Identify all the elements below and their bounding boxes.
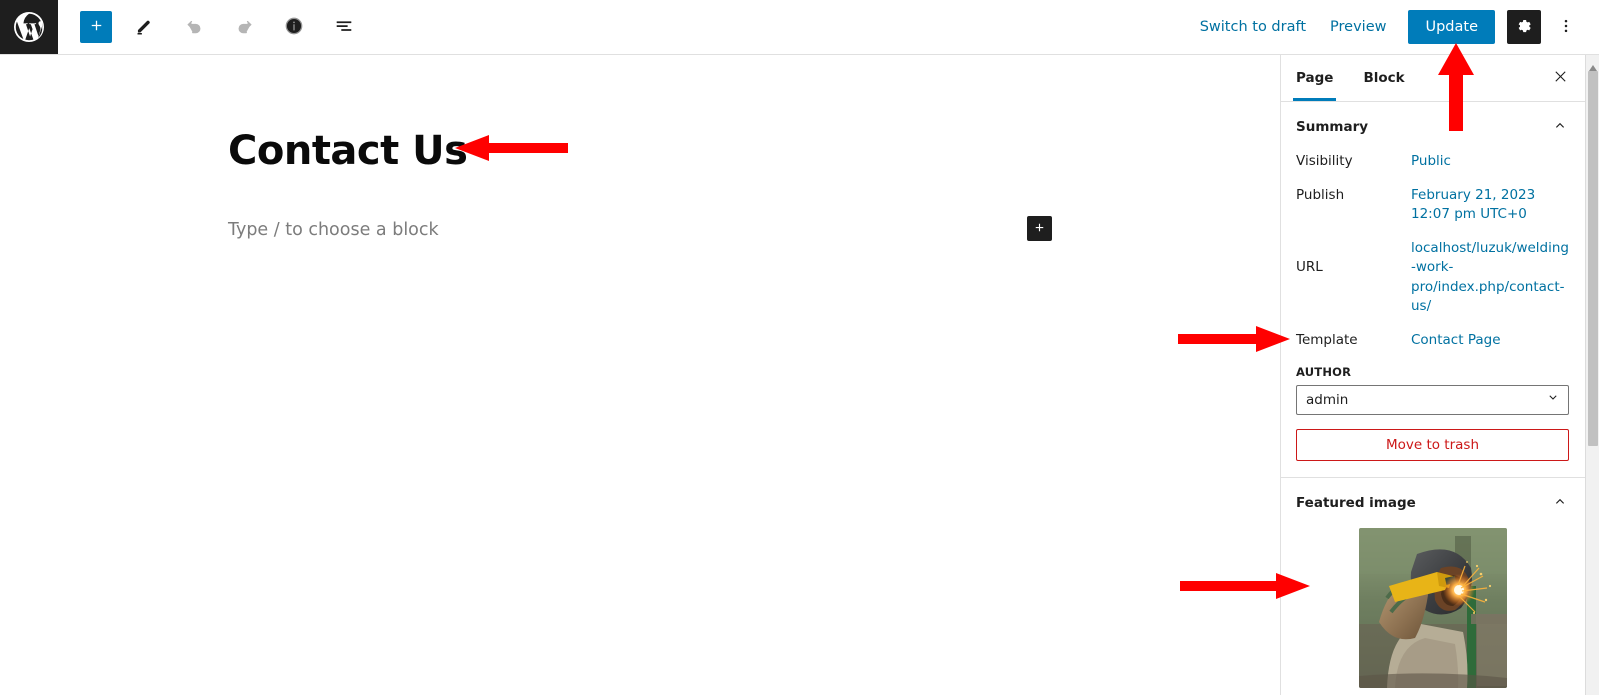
wordpress-logo-button[interactable] xyxy=(0,0,58,54)
summary-panel-header[interactable]: Summary xyxy=(1281,102,1585,152)
details-button[interactable] xyxy=(276,9,312,45)
author-select[interactable]: admin xyxy=(1296,384,1569,415)
info-icon xyxy=(283,15,305,40)
switch-to-draft-button[interactable]: Switch to draft xyxy=(1188,11,1318,43)
tab-block[interactable]: Block xyxy=(1348,55,1419,101)
summary-panel-body: Visibility Public Publish February 21, 2… xyxy=(1281,152,1585,477)
summary-panel-title: Summary xyxy=(1296,119,1369,135)
move-to-trash-button[interactable]: Move to trash xyxy=(1296,428,1569,461)
publish-label: Publish xyxy=(1296,186,1345,203)
wordpress-editor-window: Switch to draft Preview Update Contact U… xyxy=(0,0,1599,695)
visibility-value-button[interactable]: Public xyxy=(1411,152,1569,172)
three-dots-vertical-icon xyxy=(1556,16,1576,39)
undo-button[interactable] xyxy=(176,9,212,45)
visibility-row: Visibility Public xyxy=(1296,152,1569,172)
featured-image-thumbnail-wrap xyxy=(1281,527,1585,695)
page-title[interactable]: Contact Us xyxy=(228,127,468,175)
redo-button[interactable] xyxy=(226,9,262,45)
url-value-button[interactable]: localhost/luzuk/welding-work-pro/index.p… xyxy=(1411,239,1569,317)
close-sidebar-button[interactable] xyxy=(1543,61,1577,95)
scrollbar-thumb[interactable] xyxy=(1588,71,1598,446)
featured-image-thumbnail[interactable] xyxy=(1358,527,1507,688)
template-row: Template Contact Page xyxy=(1296,331,1569,351)
chevron-up-icon[interactable] xyxy=(1551,492,1569,514)
chevron-up-icon[interactable] xyxy=(1551,116,1569,138)
header-left-toolbar xyxy=(58,0,362,54)
tab-page[interactable]: Page xyxy=(1281,55,1348,101)
featured-image-panel: Featured image xyxy=(1281,478,1585,695)
sidebar-tab-bar: Page Block xyxy=(1281,55,1585,102)
template-label: Template xyxy=(1296,331,1358,348)
summary-panel: Summary Visibility Public Publish Februa… xyxy=(1281,102,1585,478)
update-button[interactable]: Update xyxy=(1408,10,1495,44)
author-select-wrap: admin xyxy=(1296,384,1569,415)
url-row: URL localhost/luzuk/welding-work-pro/ind… xyxy=(1296,239,1569,317)
author-field-label: AUTHOR xyxy=(1296,364,1352,379)
editor-canvas[interactable]: Contact Us Type / to choose a block xyxy=(0,55,1280,695)
url-label: URL xyxy=(1296,258,1323,275)
editor-header-bar: Switch to draft Preview Update xyxy=(0,0,1599,55)
preview-button[interactable]: Preview xyxy=(1318,11,1398,43)
block-inserter-toggle-button[interactable] xyxy=(80,11,112,43)
list-view-icon xyxy=(333,15,355,40)
plus-icon xyxy=(87,16,106,38)
publish-date-button[interactable]: February 21, 2023 12:07 pm UTC+0 xyxy=(1411,186,1569,225)
featured-image-panel-header[interactable]: Featured image xyxy=(1281,478,1585,528)
pencil-icon xyxy=(134,15,155,39)
template-value-button[interactable]: Contact Page xyxy=(1411,331,1569,351)
plus-icon xyxy=(1032,220,1047,238)
inline-block-inserter-button[interactable] xyxy=(1027,216,1052,241)
featured-image-panel-title: Featured image xyxy=(1296,494,1416,511)
list-view-button[interactable] xyxy=(326,9,362,45)
wordpress-logo-icon xyxy=(11,9,47,45)
publish-row: Publish February 21, 2023 12:07 pm UTC+0 xyxy=(1296,186,1569,225)
header-right-toolbar: Switch to draft Preview Update xyxy=(1188,0,1599,54)
more-options-button[interactable] xyxy=(1549,10,1583,44)
gear-icon xyxy=(1514,15,1535,39)
tools-button[interactable] xyxy=(126,9,162,45)
undo-icon xyxy=(184,15,205,39)
settings-sidebar: Page Block Summary Visibility Public Pub… xyxy=(1280,55,1585,695)
close-icon xyxy=(1552,68,1569,88)
visibility-label: Visibility xyxy=(1296,153,1353,169)
empty-block-placeholder[interactable]: Type / to choose a block xyxy=(228,220,439,240)
redo-icon xyxy=(234,15,255,39)
sidebar-scrollbar[interactable] xyxy=(1585,55,1599,695)
settings-button[interactable] xyxy=(1507,10,1541,44)
